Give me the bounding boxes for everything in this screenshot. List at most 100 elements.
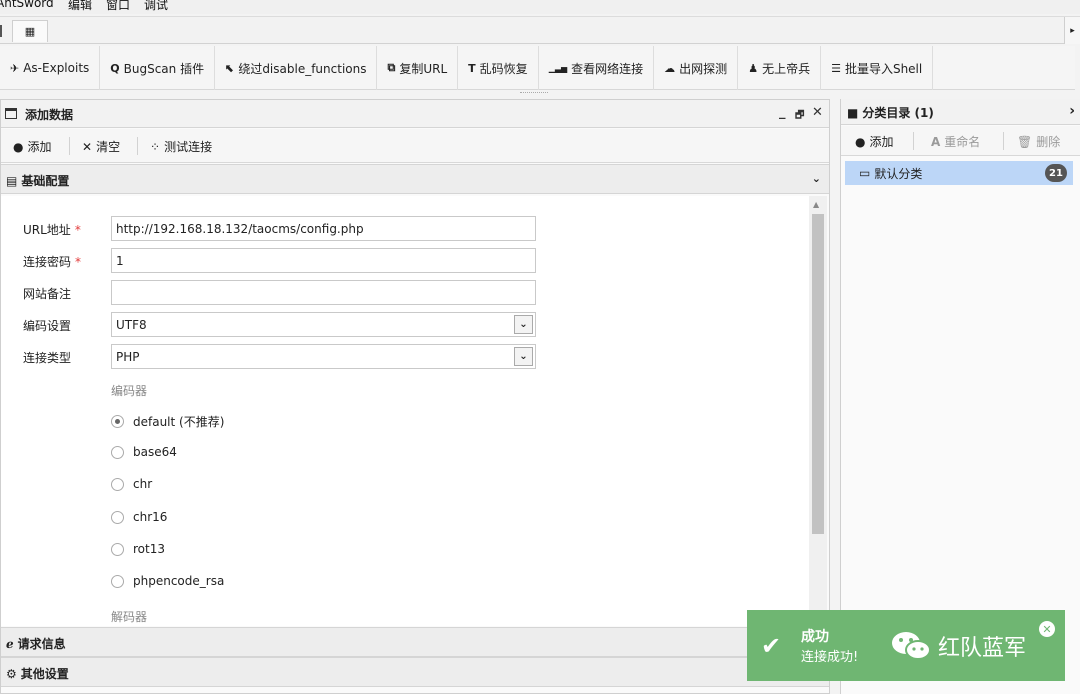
url-input[interactable]: http://192.168.18.132/taocms/config.php <box>111 216 536 241</box>
cloud-icon: ☁ <box>664 61 676 75</box>
section-request-label: 请求信息 <box>17 637 66 651</box>
supreme-pawn-label: 无上帝兵 <box>762 61 811 76</box>
category-titlebar: ■ 分类目录 (1) › <box>841 99 1080 125</box>
url-label: URL地址 * <box>23 223 81 237</box>
bugscan-label: BugScan 插件 <box>123 61 205 76</box>
signal-icon: ▁▃▅ <box>548 63 568 73</box>
encoder-option-chr[interactable]: chr <box>111 477 152 491</box>
outbound-probe-button[interactable]: ☁ 出网探测 <box>654 46 739 90</box>
type-select[interactable]: PHP ⌄ <box>111 344 536 369</box>
test-connection-button[interactable]: ⁘ 测试连接 <box>150 138 212 155</box>
menu-edit[interactable]: 编辑 <box>68 0 92 13</box>
category-panel: ■ 分类目录 (1) › ● 添加 A 重命名 🗑 删除 ▭ 默认分类 21 <box>840 99 1080 694</box>
document-icon: ▤ <box>6 173 18 188</box>
category-delete-label: 删除 <box>1036 135 1061 149</box>
note-label: 网站备注 <box>23 287 72 301</box>
folder-icon: ■ <box>847 105 859 120</box>
tab-scroll-right-icon[interactable]: ▸ <box>1064 17 1080 44</box>
folder-outline-icon: ▭ <box>859 166 871 180</box>
chevron-down-icon: ⌄ <box>514 315 533 334</box>
garbled-fix-button[interactable]: T 乱码恢复 <box>458 46 539 90</box>
tab-strip: ▦ ▸ <box>0 16 1080 44</box>
decoder-title: 解码器 <box>111 610 148 624</box>
close-icon[interactable]: ✕ <box>812 105 823 120</box>
category-add-button[interactable]: ● 添加 <box>855 133 894 150</box>
as-exploits-button[interactable]: ✈ As-Exploits <box>0 46 101 90</box>
minimize-icon[interactable]: _ <box>779 105 786 120</box>
spinner-icon: ⁘ <box>150 139 161 154</box>
radio-icon <box>111 574 124 588</box>
add-button[interactable]: ● 添加 <box>13 138 52 155</box>
category-rename-label: 重命名 <box>944 135 981 149</box>
category-delete-button[interactable]: 🗑 删除 <box>1017 133 1060 150</box>
tab-grid-home[interactable]: ▦ <box>12 20 48 42</box>
toast-close-icon[interactable]: ✕ <box>1039 621 1055 637</box>
watermark: 红队蓝军 <box>890 628 1026 664</box>
add-label: 添加 <box>27 140 52 154</box>
menu-window[interactable]: 窗口 <box>106 0 130 13</box>
edge-icon: ℯ <box>6 636 14 651</box>
scroll-thumb[interactable] <box>812 214 824 534</box>
encoder-option-default[interactable]: default (不推荐) <box>111 413 224 430</box>
outbound-probe-label: 出网探测 <box>679 61 728 76</box>
encoder-label: base64 <box>133 445 177 459</box>
required-mark: * <box>74 223 81 237</box>
bugscan-button[interactable]: Q BugScan 插件 <box>100 46 216 90</box>
separator <box>1003 132 1004 150</box>
network-connections-button[interactable]: ▁▃▅ 查看网络连接 <box>539 46 655 90</box>
chevron-right-icon[interactable]: › <box>1069 103 1075 119</box>
section-request-info[interactable]: ℯ 请求信息 <box>1 627 829 657</box>
section-other-label: 其他设置 <box>20 667 69 681</box>
bypass-disable-functions-button[interactable]: ⬉ 绕过disable_functions <box>215 46 378 90</box>
grid-icon: ▦ <box>24 25 36 38</box>
type-row: 连接类型 PHP ⌄ <box>1 344 809 370</box>
note-input[interactable] <box>111 280 536 305</box>
encoder-label: chr <box>133 477 153 491</box>
clear-label: 清空 <box>96 140 121 154</box>
encoder-label: rot13 <box>133 542 165 556</box>
copy-url-button[interactable]: ⧉ 复制URL <box>377 46 459 90</box>
radio-icon <box>111 445 124 459</box>
section-basic-config[interactable]: ▤ 基础配置 ⌄ <box>1 164 829 194</box>
form-actions-bar: ● 添加 ✕ 清空 ⁘ 测试连接 <box>1 129 829 163</box>
form-scrollbar[interactable]: ▲ <box>809 196 827 626</box>
password-row: 连接密码 * 1 <box>1 248 809 274</box>
copy-url-label: 复制URL <box>399 61 448 76</box>
supreme-pawn-button[interactable]: ♟ 无上帝兵 <box>738 46 822 90</box>
encoding-select[interactable]: UTF8 ⌄ <box>111 312 536 337</box>
type-label: 连接类型 <box>23 351 72 365</box>
category-item-default[interactable]: ▭ 默认分类 21 <box>845 161 1073 185</box>
batch-import-shell-button[interactable]: ☰ 批量导入Shell <box>821 46 934 90</box>
section-other-settings[interactable]: ⚙ 其他设置 <box>1 657 829 687</box>
separator <box>69 137 70 155</box>
category-title: 分类目录 (1) <box>862 106 934 120</box>
encoder-title: 编码器 <box>111 384 148 398</box>
clear-button[interactable]: ✕ 清空 <box>82 138 120 155</box>
encoder-label: phpencode_rsa <box>133 574 225 588</box>
test-connection-label: 测试连接 <box>164 140 213 154</box>
restore-icon[interactable]: 🗗 <box>795 108 804 125</box>
encoder-option-chr16[interactable]: chr16 <box>111 510 167 524</box>
toast-title: 成功 <box>801 629 829 645</box>
send-icon: ✈ <box>10 61 20 75</box>
menu-debug[interactable]: 调试 <box>144 0 168 13</box>
plus-circle-icon: ● <box>13 139 24 154</box>
left-edge-mark <box>0 25 2 37</box>
category-add-label: 添加 <box>869 135 894 149</box>
list-icon: ☰ <box>831 61 841 75</box>
font-icon: A <box>931 134 941 149</box>
wechat-icon <box>890 628 932 664</box>
separator <box>913 132 914 150</box>
app-name[interactable]: AntSword <box>0 0 54 10</box>
encoder-option-base64[interactable]: base64 <box>111 445 177 459</box>
encoder-option-phpencode-rsa[interactable]: phpencode_rsa <box>111 574 224 588</box>
radio-icon <box>111 477 124 491</box>
cursor-icon: ⬉ <box>225 61 235 75</box>
encoder-option-rot13[interactable]: rot13 <box>111 542 165 556</box>
password-input[interactable]: 1 <box>111 248 536 273</box>
copy-icon: ⧉ <box>387 61 396 74</box>
scroll-up-icon[interactable]: ▲ <box>813 200 819 209</box>
plugin-toolbar: ✈ As-Exploits Q BugScan 插件 ⬉ 绕过disable_func… <box>0 46 1075 90</box>
resize-grip[interactable] <box>520 92 548 94</box>
category-rename-button[interactable]: A 重命名 <box>931 133 980 150</box>
